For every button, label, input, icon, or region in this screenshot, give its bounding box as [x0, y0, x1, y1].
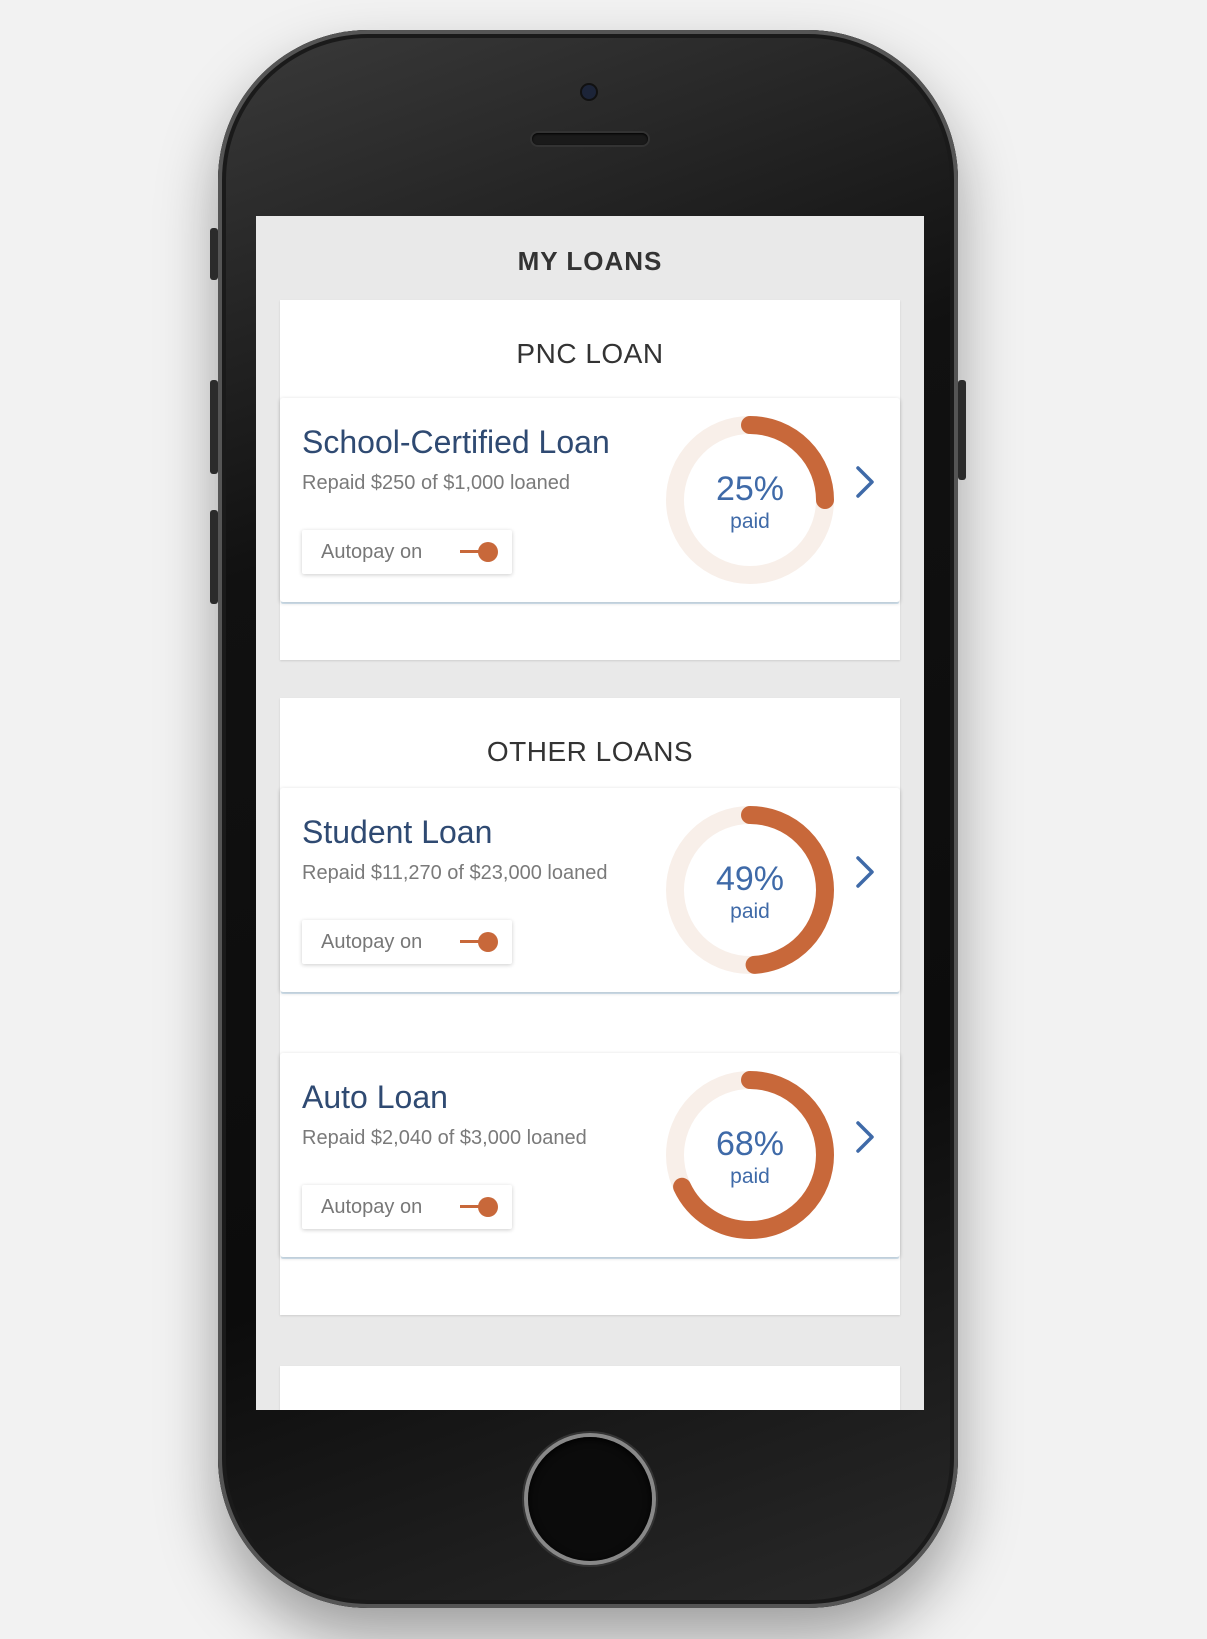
section-pnc-loan: PNC LOAN School-Certified Loan Repaid $2… [280, 300, 900, 660]
volume-down-button [210, 510, 218, 604]
loan-card[interactable]: Auto Loan Repaid $2,040 of $3,000 loaned… [280, 1053, 900, 1257]
front-camera [582, 85, 596, 99]
loan-card[interactable]: Student Loan Repaid $11,270 of $23,000 l… [280, 788, 900, 992]
section-title: OTHER LOANS [486, 736, 694, 767]
autopay-label: Autopay on [321, 931, 423, 953]
loan-repaid-summary: Repaid $2,040 of $3,000 loaned [302, 1127, 587, 1149]
chevron-right-icon[interactable] [854, 1119, 876, 1155]
chevron-right-icon[interactable] [854, 464, 876, 500]
page-title: MY LOANS [517, 246, 663, 276]
loan-card[interactable]: School-Certified Loan Repaid $250 of $1,… [280, 398, 900, 602]
progress-ring: 49% paid [664, 804, 836, 976]
toggle-knob[interactable] [478, 542, 498, 562]
toggle-knob[interactable] [478, 1197, 498, 1217]
autopay-toggle[interactable]: Autopay on [302, 920, 512, 964]
section-other-loans: OTHER LOANS Student Loan Repaid $11,270 … [280, 698, 900, 1315]
autopay-toggle[interactable]: Autopay on [302, 530, 512, 574]
percent-paid-label: paid [730, 900, 770, 923]
loan-name: School-Certified Loan [302, 424, 610, 460]
app-screen: MY LOANS PNC LOAN School-Certified Loan … [256, 216, 924, 1410]
section-title: PNC LOAN [516, 338, 664, 369]
loan-repaid-summary: Repaid $11,270 of $23,000 loaned [302, 862, 608, 884]
volume-up-button [210, 380, 218, 474]
section-next-partial [280, 1366, 900, 1410]
percent-paid-value: 25% [715, 470, 785, 508]
progress-ring: 68% paid [664, 1069, 836, 1241]
toggle-knob[interactable] [478, 932, 498, 952]
loan-name: Auto Loan [302, 1079, 448, 1115]
autopay-label: Autopay on [321, 541, 423, 563]
mute-switch [210, 228, 218, 280]
home-button[interactable] [528, 1437, 652, 1561]
percent-paid-value: 49% [715, 860, 785, 898]
loan-repaid-summary: Repaid $250 of $1,000 loaned [302, 472, 571, 494]
earpiece-speaker [532, 133, 648, 145]
autopay-toggle[interactable]: Autopay on [302, 1185, 512, 1229]
percent-paid-label: paid [730, 1165, 770, 1188]
percent-paid-value: 68% [715, 1125, 785, 1163]
percent-paid-label: paid [730, 510, 770, 533]
progress-ring: 25% paid [664, 414, 836, 586]
loan-name: Student Loan [302, 814, 493, 850]
chevron-right-icon[interactable] [854, 854, 876, 890]
autopay-label: Autopay on [321, 1196, 423, 1218]
power-button [958, 380, 966, 480]
